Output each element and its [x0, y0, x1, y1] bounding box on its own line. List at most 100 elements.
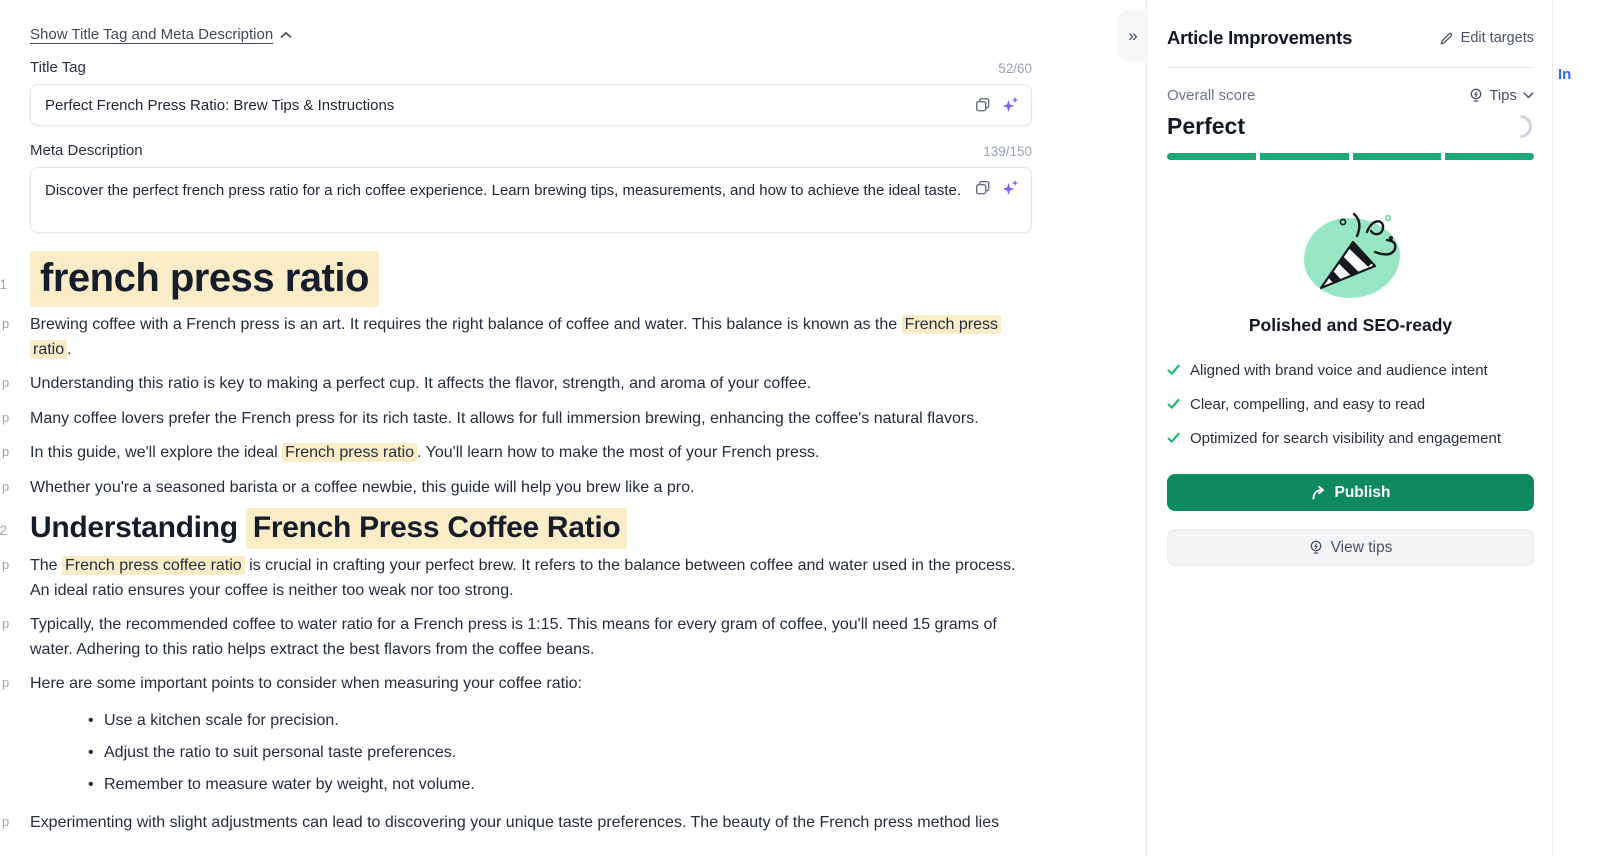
doc-block-p: pHere are some important points to consi…	[30, 672, 1032, 697]
publish-label: Publish	[1335, 484, 1391, 502]
title-tag-actions	[975, 96, 1019, 113]
text-segment: The	[30, 557, 62, 574]
text-segment: Understanding	[30, 511, 246, 544]
toggle-title-meta-link[interactable]: Show Title Tag and Meta Description	[30, 26, 292, 43]
doc-text[interactable]: Understanding this ratio is key to makin…	[30, 372, 1032, 397]
gutter-tag: p	[2, 675, 9, 690]
improvements-checklist: Aligned with brand voice and audience in…	[1167, 359, 1534, 450]
gutter-tag: p	[2, 444, 9, 459]
score-value: Perfect	[1167, 113, 1245, 140]
title-tag-label: Title Tag	[30, 59, 86, 76]
meta-description-label: Meta Description	[30, 142, 143, 159]
edit-targets-label: Edit targets	[1461, 30, 1534, 46]
text-segment: Understanding this ratio is key to makin…	[30, 375, 811, 392]
doc-text[interactable]: In this guide, we'll explore the ideal F…	[30, 441, 1032, 466]
text-segment: Many coffee lovers prefer the French pre…	[30, 410, 979, 427]
doc-text[interactable]: The French press coffee ratio is crucial…	[30, 554, 1032, 603]
doc-block-p: pMany coffee lovers prefer the French pr…	[30, 407, 1032, 432]
doc-text[interactable]: Here are some important points to consid…	[30, 672, 1032, 697]
tips-label: Tips	[1489, 87, 1517, 104]
meta-description-header: Meta Description 139/150	[30, 142, 1032, 159]
score-line: Perfect	[1167, 113, 1534, 140]
gutter-tag: h2	[0, 523, 7, 538]
doc-block-p: pThe French press coffee ratio is crucia…	[30, 554, 1032, 603]
check-icon	[1167, 364, 1180, 376]
keyword-highlight: French Press Coffee Ratio	[246, 508, 628, 549]
meta-description-value: Discover the perfect french press ratio …	[45, 179, 961, 203]
copy-icon[interactable]	[975, 97, 991, 113]
gutter-tag: p	[2, 814, 9, 829]
view-tips-label: View tips	[1331, 539, 1393, 557]
gutter-tag: p	[2, 479, 9, 494]
content-editor: Show Title Tag and Meta Description Titl…	[0, 0, 1147, 856]
title-tag-counter: 52/60	[998, 61, 1032, 76]
gutter-tag: p	[2, 557, 9, 572]
copy-icon[interactable]	[975, 180, 991, 196]
doc-text[interactable]: Many coffee lovers prefer the French pre…	[30, 407, 1032, 432]
score-headline: Polished and SEO-ready	[1167, 315, 1534, 336]
doc-block-ul: Use a kitchen scale for precision. Adjust…	[30, 709, 1032, 798]
doc-block-h2: h2Understanding French Press Coffee Rati…	[30, 510, 1032, 546]
text-segment: Here are some important points to consid…	[30, 675, 582, 692]
bullet-list[interactable]: Use a kitchen scale for precision. Adjust…	[88, 709, 1032, 798]
lightbulb-icon	[1469, 88, 1483, 103]
doc-text[interactable]: french press ratio	[30, 257, 1032, 299]
doc-block-p: pTypically, the recommended coffee to wa…	[30, 613, 1032, 662]
doc-block-p: pWhether you're a seasoned barista or a …	[30, 476, 1032, 501]
keyword-highlight: French press ratio	[282, 443, 417, 462]
doc-text[interactable]: Understanding French Press Coffee Ratio	[30, 510, 1032, 546]
keyword-highlight: french press ratio	[30, 251, 379, 307]
doc-text[interactable]: Brewing coffee with a French press is an…	[30, 313, 1032, 362]
tips-dropdown[interactable]: Tips	[1469, 87, 1534, 104]
keyword-highlight: French press coffee ratio	[62, 556, 245, 575]
title-tag-input[interactable]: Perfect French Press Ratio: Brew Tips & …	[30, 84, 1032, 126]
overall-score-label: Overall score	[1167, 87, 1255, 104]
improvement-item-label: Optimized for search visibility and enga…	[1190, 427, 1501, 450]
doc-text[interactable]: Experimenting with slight adjustments ca…	[30, 811, 1032, 836]
doc-block-p: pUnderstanding this ratio is key to maki…	[30, 372, 1032, 397]
panel-title: Article Improvements	[1167, 27, 1352, 49]
meta-description-actions	[975, 179, 1019, 196]
gutter-tag: p	[2, 375, 9, 390]
score-progress-segment	[1445, 153, 1534, 160]
doc-text[interactable]: Whether you're a seasoned barista or a c…	[30, 476, 1032, 501]
text-segment: . You'll learn how to make the most of y…	[417, 444, 819, 461]
view-tips-button[interactable]: View tips	[1167, 529, 1534, 566]
edit-targets-button[interactable]: Edit targets	[1439, 30, 1534, 46]
bullet-item[interactable]: Remember to measure water by weight, not…	[88, 773, 1032, 798]
doc-block-h1: h1french press ratio	[30, 257, 1032, 299]
score-progress-bar	[1167, 153, 1534, 160]
check-icon	[1167, 398, 1180, 410]
score-progress-segment	[1353, 153, 1442, 160]
bullet-item[interactable]: Use a kitchen scale for precision.	[88, 709, 1032, 734]
collapse-panel-button[interactable]: »	[1118, 10, 1148, 61]
ai-sparkles-icon[interactable]	[1002, 179, 1019, 196]
meta-description-input[interactable]: Discover the perfect french press ratio …	[30, 167, 1032, 233]
lightbulb-icon	[1309, 540, 1323, 555]
chevron-double-right-icon: »	[1128, 26, 1137, 46]
text-segment: Brewing coffee with a French press is an…	[30, 316, 902, 333]
overall-score-row: Overall score Tips	[1167, 87, 1534, 104]
publish-button[interactable]: Publish	[1167, 474, 1534, 511]
score-progress-segment	[1260, 153, 1349, 160]
doc-text[interactable]: Typically, the recommended coffee to wat…	[30, 613, 1032, 662]
pencil-icon	[1439, 31, 1454, 46]
article-improvements-panel: Article Improvements Edit targets Overal…	[1147, 0, 1553, 856]
doc-block-p: pBrewing coffee with a French press is a…	[30, 313, 1032, 362]
title-tag-header: Title Tag 52/60	[30, 59, 1032, 76]
title-tag-value: Perfect French Press Ratio: Brew Tips & …	[45, 97, 394, 114]
text-segment: Typically, the recommended coffee to wat…	[30, 616, 997, 658]
party-popper-icon	[1291, 204, 1411, 300]
chevron-up-icon	[280, 31, 292, 39]
panel-header: Article Improvements Edit targets	[1167, 27, 1534, 49]
document-body[interactable]: h1french press ratio pBrewing coffee with…	[30, 257, 1032, 836]
clipped-text-right: In	[1558, 66, 1571, 83]
ai-sparkles-icon[interactable]	[1002, 96, 1019, 113]
improvement-item-label: Aligned with brand voice and audience in…	[1190, 359, 1488, 382]
score-progress-segment	[1167, 153, 1256, 160]
meta-description-counter: 139/150	[983, 144, 1032, 159]
gutter-tag: p	[2, 616, 9, 631]
gutter-tag: h1	[0, 277, 7, 292]
doc-block-p: pExperimenting with slight adjustments c…	[30, 811, 1032, 836]
bullet-item[interactable]: Adjust the ratio to suit personal taste …	[88, 741, 1032, 766]
